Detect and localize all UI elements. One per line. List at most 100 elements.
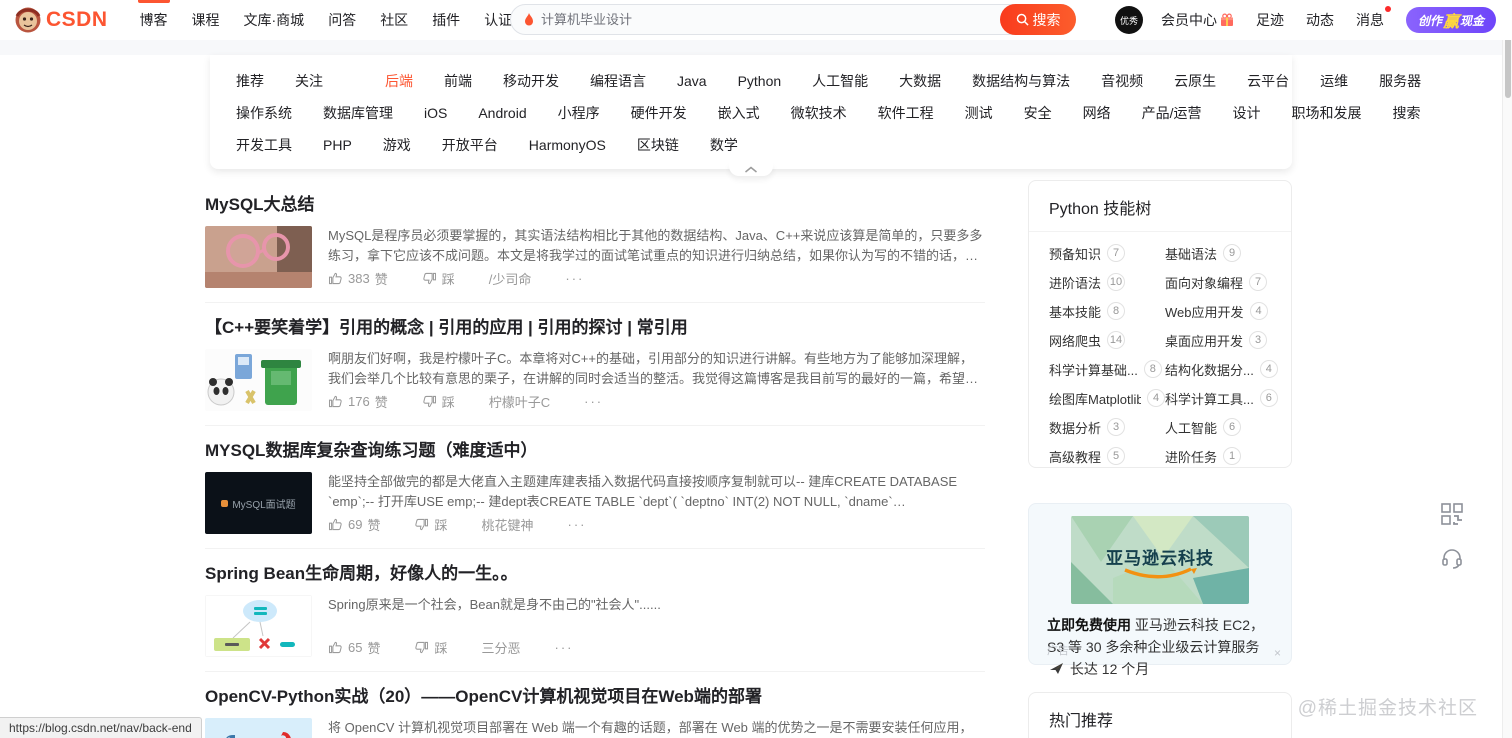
skill-tree-item[interactable]: 网络爬虫 14 (1049, 329, 1165, 351)
user-link-会员中心[interactable]: 会员中心 (1161, 10, 1234, 30)
search-button[interactable]: 搜索 (1000, 4, 1076, 35)
skill-tree-item[interactable]: 人工智能 6 (1165, 416, 1278, 438)
like-button[interactable]: 65 赞 (328, 638, 380, 657)
headset-icon[interactable] (1440, 546, 1464, 570)
user-link-消息[interactable]: 消息 (1356, 6, 1391, 30)
dislike-button[interactable]: 踩 (414, 515, 448, 534)
create-earn-button[interactable]: 创作赢现金 (1405, 7, 1496, 33)
category-item[interactable]: Android (478, 105, 526, 121)
avatar[interactable]: 优秀 (1114, 6, 1143, 34)
category-item[interactable]: 嵌入式 (718, 103, 760, 123)
skill-tree-item[interactable]: 基本技能 8 (1049, 300, 1165, 322)
category-item[interactable]: 后端 (385, 71, 413, 91)
skill-tree-item[interactable]: 结构化数据分... 4 (1165, 358, 1278, 380)
category-item[interactable]: 安全 (1024, 103, 1052, 123)
search-input[interactable] (541, 12, 1075, 27)
category-item[interactable]: 数学 (710, 135, 738, 155)
category-item[interactable]: 前端 (444, 71, 472, 91)
like-button[interactable]: 176 赞 (328, 392, 388, 411)
category-item[interactable]: 搜索 (1393, 103, 1421, 123)
article-author[interactable]: 三分恶 (482, 638, 521, 657)
article-author[interactable]: 桃花键神 (482, 515, 534, 534)
like-button[interactable]: 383 赞 (328, 269, 388, 288)
header-nav-item[interactable]: 课程 (180, 0, 232, 40)
category-item[interactable]: 操作系统 (236, 103, 292, 123)
article-thumbnail[interactable] (205, 595, 312, 657)
skill-tree-item[interactable]: Web应用开发 4 (1165, 300, 1278, 322)
skill-tree-item[interactable]: 进阶任务 1 (1165, 445, 1278, 467)
skill-tree-item[interactable]: 预备知识 7 (1049, 242, 1165, 264)
category-item[interactable]: 数据结构与算法 (972, 71, 1070, 91)
category-item[interactable]: 音视频 (1101, 71, 1143, 91)
csdn-logo[interactable]: CSDN (14, 6, 108, 34)
skill-tree-item[interactable]: 基础语法 9 (1165, 242, 1278, 264)
category-item[interactable]: 云原生 (1174, 71, 1216, 91)
page-scrollbar[interactable] (1502, 0, 1512, 738)
article-title[interactable]: MYSQL数据库复杂查询练习题（难度适中） (205, 440, 985, 462)
category-item[interactable]: 游戏 (383, 135, 411, 155)
user-link-足迹[interactable]: 足迹 (1256, 10, 1284, 30)
category-item[interactable]: 区块链 (637, 135, 679, 155)
article-thumbnail[interactable] (205, 349, 312, 411)
article-author[interactable]: 柠檬叶子C (489, 392, 550, 411)
header-nav-item[interactable]: 插件 (420, 0, 472, 40)
dislike-button[interactable]: 踩 (414, 638, 448, 657)
qr-code-icon[interactable] (1440, 502, 1464, 526)
category-item[interactable]: 数据库管理 (323, 103, 393, 123)
article-title[interactable]: Spring Bean生命周期，好像人的一生。。 (205, 563, 985, 585)
category-item[interactable]: Java (677, 73, 707, 89)
skill-tree-item[interactable]: 桌面应用开发 3 (1165, 329, 1278, 351)
category-item[interactable]: 设计 (1233, 103, 1261, 123)
more-options-button[interactable]: ··· (555, 640, 574, 655)
dislike-button[interactable]: 踩 (422, 392, 455, 411)
category-item[interactable]: PHP (323, 137, 352, 153)
header-nav-item[interactable]: 问答 (316, 0, 368, 40)
collapse-categories-button[interactable] (729, 162, 773, 176)
category-item[interactable]: 推荐 (236, 71, 264, 91)
category-item[interactable]: 开放平台 (442, 135, 498, 155)
skill-tree-item[interactable]: 数据分析 3 (1049, 416, 1165, 438)
close-icon[interactable]: × (1274, 646, 1281, 660)
category-item[interactable]: 测试 (965, 103, 993, 123)
category-item[interactable]: 软件工程 (878, 103, 934, 123)
article-author[interactable]: /少司命 (489, 269, 532, 288)
category-item[interactable]: 人工智能 (812, 71, 868, 91)
category-item[interactable]: 服务器 (1379, 71, 1421, 91)
dislike-button[interactable]: 踩 (422, 269, 455, 288)
user-link-动态[interactable]: 动态 (1306, 10, 1334, 30)
category-item[interactable]: 硬件开发 (631, 103, 687, 123)
header-nav-item[interactable]: 文库·商城 (232, 0, 317, 40)
category-item[interactable]: 职场和发展 (1292, 103, 1362, 123)
article-thumbnail[interactable] (205, 718, 312, 738)
article-title[interactable]: MySQL大总结 (205, 194, 985, 216)
skill-tree-item[interactable]: 绘图库Matplotlib 4 (1049, 387, 1165, 409)
article-title[interactable]: 【C++要笑着学】引用的概念 | 引用的应用 | 引用的探讨 | 常引用 (205, 317, 985, 339)
category-item[interactable]: 产品/运营 (1142, 103, 1202, 123)
article-title[interactable]: OpenCV-Python实战（20）——OpenCV计算机视觉项目在Web端的… (205, 686, 985, 708)
category-item[interactable]: iOS (424, 105, 447, 121)
header-nav-item[interactable]: 社区 (368, 0, 420, 40)
skill-tree-item[interactable]: 进阶语法 10 (1049, 271, 1165, 293)
category-item[interactable]: 运维 (1320, 71, 1348, 91)
header-nav-item[interactable]: 博客 (128, 0, 180, 40)
category-item[interactable]: Python (738, 73, 782, 89)
category-item[interactable]: 小程序 (558, 103, 600, 123)
skill-tree-item[interactable]: 科学计算基础... 8 (1049, 358, 1165, 380)
skill-tree-item[interactable]: 高级教程 5 (1049, 445, 1165, 467)
ad-card[interactable]: 亚马逊云科技 立即免费使用 亚马逊云科技 EC2，S3 等 30 多余种企业级云… (1028, 503, 1292, 677)
category-item[interactable]: HarmonyOS (529, 137, 606, 153)
skill-tree-item[interactable]: 面向对象编程 7 (1165, 271, 1278, 293)
more-options-button[interactable]: ··· (565, 271, 584, 286)
like-button[interactable]: 69 赞 (328, 515, 380, 534)
category-item[interactable]: 云平台 (1247, 71, 1289, 91)
category-item[interactable]: 网络 (1083, 103, 1111, 123)
category-item[interactable]: 大数据 (899, 71, 941, 91)
more-options-button[interactable]: ··· (584, 394, 603, 409)
category-item[interactable]: 开发工具 (236, 135, 292, 155)
article-thumbnail[interactable]: MySQL面试题 (205, 472, 312, 534)
category-item[interactable]: 编程语言 (590, 71, 646, 91)
category-item[interactable]: 关注 (295, 71, 323, 91)
more-options-button[interactable]: ··· (568, 517, 587, 532)
category-item[interactable]: 微软技术 (791, 103, 847, 123)
skill-tree-item[interactable]: 科学计算工具... 6 (1165, 387, 1278, 409)
